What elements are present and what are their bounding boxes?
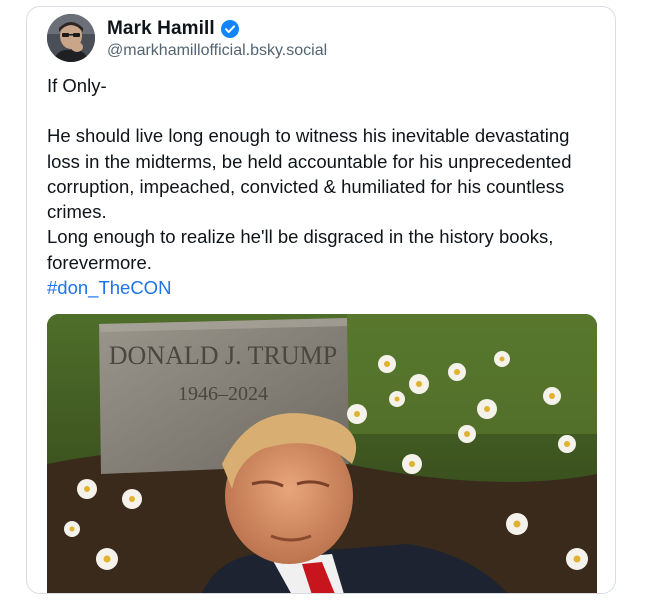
display-name[interactable]: Mark Hamill [107,18,215,40]
user-handle[interactable]: @markhamillofficial.bsky.social [107,42,327,60]
verified-badge-icon [220,19,239,38]
grave-scene-image: DONALD J. TRUMP 1946–2024 [47,314,597,593]
avatar-photo [47,14,95,62]
post-paragraph: He should live long enough to witness hi… [47,125,572,273]
avatar[interactable] [47,14,95,62]
post-text: If Only- He should live long enough to w… [47,73,607,300]
post-intro: If Only- [47,75,107,96]
hashtag-link[interactable]: #don_TheCON [47,277,171,298]
post-image[interactable]: DONALD J. TRUMP 1946–2024 [47,314,597,593]
headstone-name: DONALD J. TRUMP [109,341,338,370]
post-card[interactable]: Mark Hamill @markhamillofficial.bsky.soc… [26,6,616,594]
headstone-dates: 1946–2024 [178,383,268,405]
post-header: Mark Hamill @markhamillofficial.bsky.soc… [47,14,327,62]
